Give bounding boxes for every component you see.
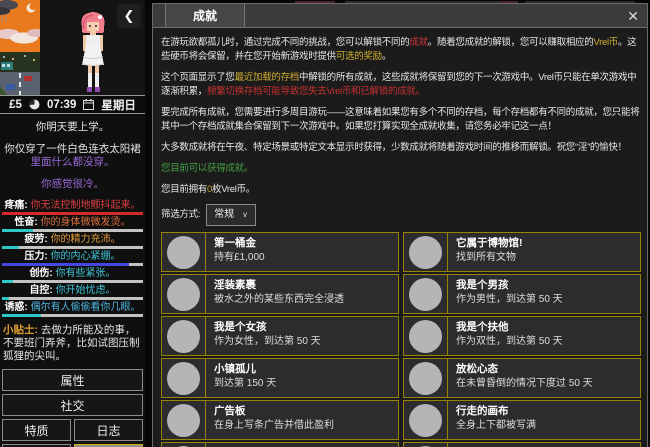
achievement-item: 我是个扶他 作为双性，到达第 50 天 bbox=[403, 316, 641, 356]
clock-icon bbox=[29, 99, 40, 110]
close-icon[interactable]: ✕ bbox=[627, 4, 639, 28]
attributes-button[interactable]: 属性 bbox=[2, 369, 143, 391]
stat-bar-fatigue bbox=[2, 246, 143, 249]
stat-stress: 压力: 你的内心紧绷。 bbox=[0, 251, 145, 266]
stat-bar-stress bbox=[2, 263, 143, 266]
calendar-icon bbox=[83, 99, 95, 110]
location-image bbox=[0, 0, 40, 95]
stat-bar-allure bbox=[2, 314, 143, 317]
filter-row: 筛选方式: 常规 ∨ bbox=[161, 204, 641, 226]
message-clothing: 你仅穿了一件白色连衣太阳裙里面什么都没穿。 bbox=[4, 143, 141, 168]
clothing-detail-link[interactable]: 里面什么都没穿。 bbox=[31, 156, 115, 168]
stats-list: 疼痛: 你无法控制地颤抖起来。 性奋: 你的身体微微发烫。 疲劳: 你的精力充沛… bbox=[0, 200, 145, 317]
status-messages: 你明天要上学。 你仅穿了一件白色连衣太阳裙里面什么都没穿。 你感觉很冷。 bbox=[0, 114, 145, 191]
sidebar-top: ❮ bbox=[0, 0, 145, 95]
chevron-down-icon: ∨ bbox=[242, 210, 248, 219]
achievement-item: 第一桶金 持有£1,000 bbox=[161, 232, 399, 272]
collapse-sidebar-button[interactable]: ❮ bbox=[117, 4, 141, 28]
journal-button[interactable]: 日志 bbox=[74, 419, 143, 441]
achievement-item: 我是个女孩 作为女性，到达第 50 天 bbox=[161, 316, 399, 356]
achievements-grid: 第一桶金 持有£1,000 它属于博物馆! 找到所有文物 淫装素裹 被水之外的某些东西… bbox=[161, 232, 641, 447]
save-warning-paragraph: 这个页面显示了您最近加载的存档中解锁的所有成就，这些成就将保留到您的下一次游戏中… bbox=[161, 72, 637, 97]
panel-header: 成就 ✕ bbox=[153, 4, 647, 28]
achievement-item-partial bbox=[403, 442, 641, 447]
stat-fatigue: 疲劳: 你的精力充沛。 bbox=[0, 234, 145, 249]
stat-arousal: 性奋: 你的身体微微发烫。 bbox=[0, 217, 145, 232]
achievement-item: 淫装素裹 被水之外的某些东西完全浸透 bbox=[161, 274, 399, 314]
message-school: 你明天要上学。 bbox=[35, 121, 110, 133]
unlock-timing-paragraph: 大多数成就将在午夜、特定场景或特定文本显示时获得，少数成就将随着游戏时间的推移而… bbox=[161, 142, 627, 153]
achievement-item: 广告板 在身上写条广告并借此盈利 bbox=[161, 400, 399, 440]
message-cold: 你感觉很冷。 bbox=[41, 178, 104, 190]
sidebar-buttons: 属性 社交 特质 日志 统计 成就 选项 存档 bbox=[0, 369, 145, 447]
achievement-icon bbox=[409, 277, 442, 311]
achievement-icon bbox=[167, 361, 200, 395]
achievement-item: 它属于博物馆! 找到所有文物 bbox=[403, 232, 641, 272]
money-value: £5 bbox=[9, 98, 22, 111]
eligibility-status: 您目前可以获得成就。 bbox=[161, 163, 254, 174]
weekday-value: 星期日 bbox=[101, 99, 136, 112]
status-bar: £5 07:39 星期日 bbox=[0, 95, 145, 114]
achievement-icon bbox=[409, 403, 442, 437]
stat-pain: 疼痛: 你无法控制地颤抖起来。 bbox=[0, 200, 145, 215]
achievement-icon bbox=[167, 319, 200, 353]
stat-bar-pain bbox=[2, 212, 143, 215]
achievement-item: 行走的画布 全身上下都被写满 bbox=[403, 400, 641, 440]
achievements-panel: 成就 ✕ 在游玩欲都孤儿时，通过完成不同的挑战，您可以解锁不同的成就。随着您成就… bbox=[152, 3, 648, 447]
multi-playthrough-paragraph: 要完成所有成就，您需要进行多周目游玩——这意味着如果您有多个不同的存档，每个存档… bbox=[161, 107, 640, 132]
time-value: 07:39 bbox=[46, 98, 77, 111]
social-button[interactable]: 社交 bbox=[2, 394, 143, 416]
achievement-icon bbox=[409, 361, 442, 395]
achievement-item: 放松心态 在未曾昏倒的情况下度过 50 天 bbox=[403, 358, 641, 398]
vrel-balance: 您目前拥有0枚Vrel币。 bbox=[161, 184, 255, 195]
stat-bar-trauma bbox=[2, 280, 143, 283]
achievement-item-partial bbox=[161, 442, 399, 447]
stat-bar-control bbox=[2, 297, 143, 300]
achievement-icon bbox=[167, 403, 200, 437]
panel-body: 在游玩欲都孤儿时，通过完成不同的挑战，您可以解锁不同的成就。随着您成就的解锁，您… bbox=[153, 28, 647, 447]
sidebar: ❮ £5 07:39 星期日 你明天要上学。 你仅穿了一件白色连衣太阳裙里面什么… bbox=[0, 0, 145, 447]
achievement-icon bbox=[167, 277, 200, 311]
filter-label: 筛选方式: bbox=[161, 209, 201, 220]
achievement-item: 我是个男孩 作为男性，到达第 50 天 bbox=[403, 274, 641, 314]
intro-paragraph: 在游玩欲都孤儿时，通过完成不同的挑战，您可以解锁不同的成就。随着您成就的解锁，您… bbox=[161, 37, 637, 62]
traits-button[interactable]: 特质 bbox=[2, 419, 71, 441]
stat-allure: 诱惑: 偶尔有人偷偷看你几眼。 bbox=[0, 302, 145, 317]
tab-achievements[interactable]: 成就 bbox=[165, 4, 245, 27]
character-sprite bbox=[80, 12, 105, 92]
stat-trauma: 创伤: 你有些紧张。 bbox=[0, 268, 145, 283]
achievement-item: 小镇孤儿 到达第 150 天 bbox=[161, 358, 399, 398]
filter-select[interactable]: 常规 ∨ bbox=[206, 204, 256, 226]
tip-text: 小贴士: 去做力所能及的事，不要班门弄斧，比如试图压制狐狸的尖叫。 bbox=[3, 324, 140, 362]
achievement-icon bbox=[167, 235, 200, 269]
achievement-icon bbox=[409, 235, 442, 269]
achievement-icon bbox=[409, 319, 442, 353]
stat-control: 自控: 你开始忧虑。 bbox=[0, 285, 145, 300]
stat-bar-arousal bbox=[2, 229, 143, 232]
